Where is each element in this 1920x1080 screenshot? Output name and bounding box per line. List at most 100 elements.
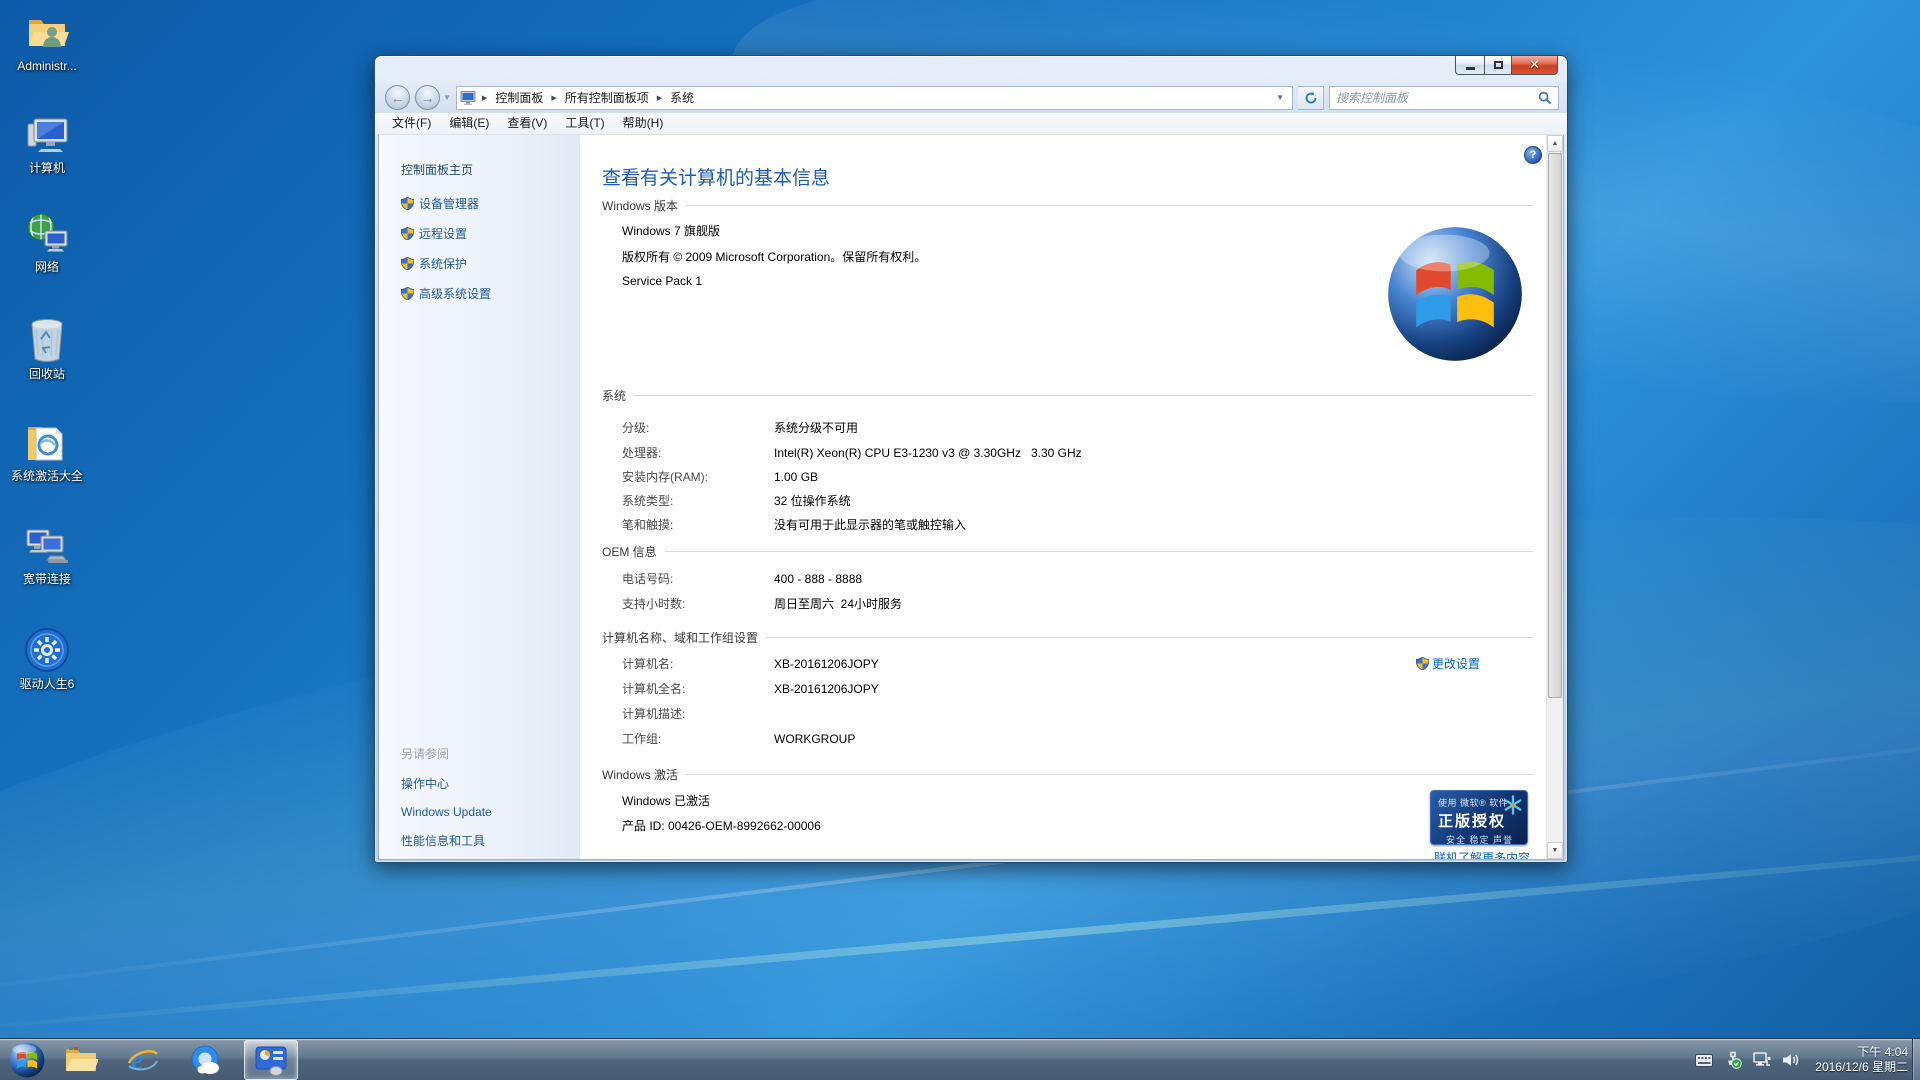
breadcrumb-control-panel[interactable]: 控制面板 [493, 89, 545, 106]
forward-button[interactable]: → [415, 85, 440, 110]
computer-row-fullname: 计算机全名:XB-20161206JOPY [622, 680, 1522, 697]
badge-line3: 安全 稳定 声誉 [1438, 833, 1521, 846]
taskbar-item-control-panel-active[interactable] [244, 1040, 298, 1080]
clock-date: 2016/12/6 星期二 [1815, 1060, 1908, 1075]
show-desktop-button[interactable] [1912, 1039, 1920, 1080]
close-icon: ✕ [1529, 57, 1540, 73]
refresh-button[interactable] [1298, 86, 1324, 110]
sidebar-see-also-group: 另请参阅 操作中心 Windows Update 性能信息和工具 [401, 745, 492, 862]
desktop-icon-label: 回收站 [2, 367, 92, 381]
menu-file[interactable]: 文件(F) [383, 113, 440, 134]
uac-shield-icon [401, 227, 414, 240]
uac-shield-icon [401, 197, 414, 210]
menu-tools[interactable]: 工具(T) [556, 113, 613, 134]
history-dropdown-icon[interactable]: ▼ [443, 93, 451, 102]
menu-view[interactable]: 查看(V) [498, 113, 556, 134]
volume-icon[interactable] [1782, 1051, 1800, 1069]
desktop-icon-label: 驱动人生6 [2, 677, 92, 691]
activation-status: Windows 已激活 [622, 792, 710, 809]
desktop-icon-recycle-bin[interactable]: 回收站 [2, 316, 92, 381]
network-icon[interactable] [1753, 1051, 1771, 1069]
scrollbar-up-button[interactable]: ▲ [1547, 135, 1563, 152]
uac-shield-icon [401, 257, 414, 270]
recycle-bin-icon [23, 316, 71, 364]
vertical-scrollbar[interactable]: ▲ ▼ [1546, 135, 1563, 859]
sidebar-item-system-protection[interactable]: 系统保护 [401, 255, 491, 272]
help-icon[interactable]: ? [1524, 146, 1542, 164]
sidebar-item-device-manager[interactable]: 设备管理器 [401, 195, 491, 212]
section-rule [686, 774, 1533, 775]
desktop-icon-activation-pack[interactable]: 系统激活大全 [2, 418, 92, 483]
genuine-software-badge[interactable]: 使用 微软® 软件 正版授权 安全 稳定 声誉 [1430, 790, 1528, 845]
taskbar-item-explorer[interactable] [58, 1042, 104, 1078]
scrollbar-down-button[interactable]: ▼ [1547, 842, 1563, 859]
scrollbar-thumb[interactable] [1548, 153, 1562, 698]
sidebar-item-performance-tools[interactable]: 性能信息和工具 [401, 832, 492, 849]
window-titlebar[interactable]: ✕ [375, 56, 1567, 82]
close-button[interactable]: ✕ [1512, 56, 1558, 75]
network-globe-icon [23, 209, 71, 257]
explorer-folder-icon [64, 1045, 98, 1075]
breadcrumb-system[interactable]: 系统 [668, 89, 696, 106]
search-box[interactable] [1329, 86, 1559, 110]
menu-help[interactable]: 帮助(H) [614, 113, 673, 134]
sidebar-item-control-panel-home[interactable]: 控制面板主页 [401, 161, 473, 178]
windows-edition-text: Windows 7 旗舰版 [622, 222, 720, 239]
change-settings-link[interactable]: 更改设置 [1416, 655, 1480, 672]
sidebar: 控制面板主页 设备管理器 远程设置 系统保护 高级系统设置 另请参阅 操作中心 … [379, 135, 580, 859]
minimize-button[interactable] [1455, 56, 1484, 75]
back-button[interactable]: ← [385, 85, 410, 110]
maximize-button[interactable] [1484, 56, 1512, 75]
breadcrumb-arrow-icon[interactable]: ▶ [548, 94, 559, 102]
taskbar-item-internet-explorer[interactable]: e [120, 1042, 166, 1078]
desktop-icon-computer[interactable]: 计算机 [2, 110, 92, 175]
address-bar[interactable]: ▶ 控制面板 ▶ 所有控制面板项 ▶ 系统 ▼ [456, 86, 1293, 110]
keyboard-icon[interactable] [1695, 1051, 1713, 1069]
sidebar-item-advanced-settings[interactable]: 高级系统设置 [401, 285, 491, 302]
computer-row-workgroup: 工作组:WORKGROUP [622, 730, 1522, 747]
desktop-icon-administrator[interactable]: Administr... [2, 8, 92, 73]
qq-browser-icon [189, 1044, 221, 1076]
sidebar-task-list: 设备管理器 远程设置 系统保护 高级系统设置 [401, 195, 491, 315]
taskbar-clock[interactable]: 下午 4:04 2016/12/6 星期二 [1811, 1045, 1912, 1075]
uac-shield-icon [401, 287, 414, 300]
start-button[interactable] [7, 1040, 47, 1080]
taskbar-item-qq-browser[interactable] [182, 1042, 228, 1078]
system-tray: 下午 4:04 2016/12/6 星期二 [1695, 1039, 1912, 1080]
breadcrumb-all-items[interactable]: 所有控制面板项 [563, 89, 651, 106]
gear-circle-icon [23, 626, 71, 674]
sidebar-item-remote-settings[interactable]: 远程设置 [401, 225, 491, 242]
menu-bar: 文件(F) 编辑(E) 查看(V) 工具(T) 帮助(H) [375, 113, 1567, 135]
desktop-icon-network[interactable]: 网络 [2, 209, 92, 274]
sidebar-item-action-center[interactable]: 操作中心 [401, 775, 492, 792]
service-pack-text: Service Pack 1 [622, 274, 702, 288]
desktop-icon-driver-genius[interactable]: 驱动人生6 [2, 626, 92, 691]
section-header-computer-name: 计算机名称、域和工作组设置 [602, 629, 1533, 646]
section-header-system: 系统 [602, 387, 1533, 404]
refresh-icon [1304, 91, 1318, 105]
computer-icon [23, 110, 71, 158]
breadcrumb-arrow-icon[interactable]: ▶ [654, 94, 665, 102]
copyright-text: 版权所有 © 2009 Microsoft Corporation。保留所有权利… [622, 248, 926, 265]
learn-more-online-link[interactable]: 联机了解更多内容 [1422, 849, 1542, 859]
rating-unavailable-link[interactable]: 系统分级不可用 [774, 421, 858, 435]
broadband-connection-icon [23, 521, 71, 569]
system-row-type: 系统类型:32 位操作系统 [622, 492, 1522, 509]
address-dropdown-icon[interactable]: ▼ [1271, 93, 1289, 102]
search-input[interactable] [1336, 91, 1534, 105]
desktop-wallpaper: Administr... 计算机 网络 回收站 系统激活大全 宽带连接 驱动 [0, 0, 1920, 1080]
system-row-processor: 处理器:Intel(R) Xeon(R) CPU E3-1230 v3 @ 3.… [622, 444, 1522, 461]
oem-row-phone: 电话号码:400 - 888 - 8888 [622, 570, 1522, 587]
svg-text:e: e [131, 1045, 143, 1076]
control-panel-window-icon [254, 1044, 288, 1076]
safely-remove-hardware-icon[interactable] [1724, 1051, 1742, 1069]
menu-edit[interactable]: 编辑(E) [440, 113, 498, 134]
search-icon[interactable] [1538, 91, 1552, 105]
window-body: 控制面板主页 设备管理器 远程设置 系统保护 高级系统设置 另请参阅 操作中心 … [378, 135, 1564, 860]
desktop-icon-label: 系统激活大全 [2, 469, 92, 483]
breadcrumb-arrow-icon[interactable]: ▶ [479, 94, 490, 102]
minimize-icon [1466, 67, 1475, 70]
sidebar-item-windows-update[interactable]: Windows Update [401, 805, 492, 819]
desktop-icon-broadband[interactable]: 宽带连接 [2, 521, 92, 586]
system-icon [460, 90, 476, 106]
